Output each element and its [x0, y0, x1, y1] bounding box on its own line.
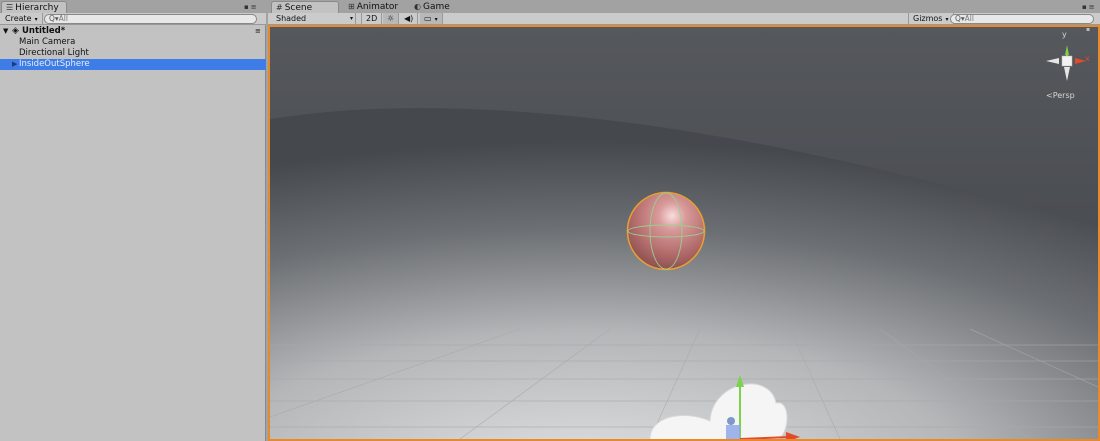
speaker-icon: ◀): [404, 14, 414, 23]
scene-search-input[interactable]: Q▾All: [950, 14, 1094, 24]
foldout-collapsed-icon[interactable]: ▶: [12, 59, 17, 70]
hierarchy-item-insideoutsphere[interactable]: ▶ InsideOutSphere: [0, 59, 266, 70]
shading-mode-label: Shaded: [276, 14, 307, 23]
create-label: Create: [5, 14, 32, 23]
pacman-icon: ◐: [414, 2, 421, 11]
sphere-body: [628, 193, 704, 269]
effects-dropdown[interactable]: ▭ ▾: [420, 13, 443, 24]
camera-icon: [727, 417, 735, 425]
create-button[interactable]: Create ▾: [1, 13, 43, 24]
panel-options: ▪≡: [244, 3, 259, 11]
animator-icon: ⊞: [348, 2, 355, 11]
projection-label: Persp: [1052, 91, 1075, 100]
hierarchy-item-label: Main Camera: [19, 37, 76, 47]
tab-game[interactable]: ◐ Game: [410, 1, 454, 13]
2d-toggle-button[interactable]: 2D: [361, 13, 383, 24]
scene-panel-options: ▪≡: [1082, 3, 1097, 11]
search-icon: Q▾: [955, 14, 965, 23]
tab-hierarchy-label: Hierarchy: [15, 3, 59, 13]
hierarchy-item-label: InsideOutSphere: [19, 59, 90, 69]
tab-hierarchy[interactable]: ☰ Hierarchy: [1, 1, 67, 13]
image-icon: ▭: [424, 14, 432, 23]
hierarchy-item-label: Directional Light: [19, 48, 89, 58]
scene-root-row[interactable]: ▼ ◈ Untitled* ≡: [0, 26, 266, 37]
dropdown-arrow-icon: ▾: [434, 16, 438, 23]
foldout-expanded-icon[interactable]: ▼: [3, 26, 8, 37]
projection-toggle[interactable]: <Persp: [1046, 91, 1075, 100]
scene-toolbar: Shaded ▾ 2D ☼ ◀) ▭ ▾ Gizmos ▾ Q▾All: [268, 13, 1100, 25]
unity-scene-icon: ◈: [12, 26, 19, 36]
search-placeholder: All: [58, 14, 68, 23]
hierarchy-tabstrip: ☰ Hierarchy ▪≡: [0, 0, 266, 13]
scene-render: [270, 27, 1098, 439]
scene-name: Untitled*: [22, 26, 66, 36]
gizmo-y-label: y: [1062, 30, 1067, 39]
audio-toggle-button[interactable]: ◀): [400, 13, 419, 24]
plane-handle[interactable]: [726, 425, 740, 439]
lighting-toggle-button[interactable]: ☼: [383, 13, 400, 24]
gizmos-label: Gizmos: [913, 14, 943, 23]
projection-icon: <: [1046, 91, 1053, 100]
sun-icon: ☼: [387, 14, 395, 23]
gizmo-center-cube[interactable]: [1061, 55, 1073, 67]
gizmo-x-label: x: [1085, 54, 1090, 63]
dropdown-arrow-icon: ▾: [349, 15, 353, 22]
hierarchy-search-input[interactable]: Q▾All: [44, 14, 257, 24]
menu-icon[interactable]: ≡: [1089, 3, 1097, 11]
tab-scene[interactable]: # Scene: [271, 1, 339, 13]
dropdown-arrow-icon: ▾: [945, 16, 949, 23]
scene-tabstrip: # Scene ⊞ Animator ◐ Game ▪≡: [268, 0, 1100, 13]
scene-viewport[interactable]: y x ▪ <Persp: [268, 25, 1100, 441]
shading-mode-dropdown[interactable]: Shaded ▾: [272, 13, 356, 24]
search-placeholder: All: [964, 14, 974, 23]
hierarchy-toolbar: Create ▾ Q▾All: [0, 13, 266, 25]
dropdown-arrow-icon: ▾: [34, 16, 38, 23]
tab-scene-label: Scene: [284, 3, 313, 13]
menu-icon[interactable]: ≡: [251, 3, 259, 11]
gizmo-lock-icon[interactable]: ▪: [1086, 27, 1090, 33]
lock-icon[interactable]: ▪: [1082, 3, 1089, 11]
scene-panel: # Scene ⊞ Animator ◐ Game ▪≡ Shaded ▾ 2D ☼ ◀…: [268, 0, 1100, 441]
search-icon: Q▾: [49, 14, 59, 23]
2d-label: 2D: [366, 14, 378, 23]
gizmos-dropdown[interactable]: Gizmos ▾: [908, 13, 954, 24]
lock-icon[interactable]: ▪: [244, 3, 251, 11]
hierarchy-item-main-camera[interactable]: Main Camera: [0, 37, 266, 48]
hierarchy-item-directional-light[interactable]: Directional Light: [0, 48, 266, 59]
tab-animator-label: Animator: [356, 2, 399, 12]
insideoutsphere-object[interactable]: [626, 191, 706, 271]
tab-animator[interactable]: ⊞ Animator: [344, 1, 402, 13]
tab-game-label: Game: [422, 2, 450, 12]
hierarchy-panel: ☰ Hierarchy ▪≡ Create ▾ Q▾All ▼ ◈ Untitled…: [0, 0, 266, 441]
scene-menu-icon[interactable]: ≡: [255, 26, 261, 37]
